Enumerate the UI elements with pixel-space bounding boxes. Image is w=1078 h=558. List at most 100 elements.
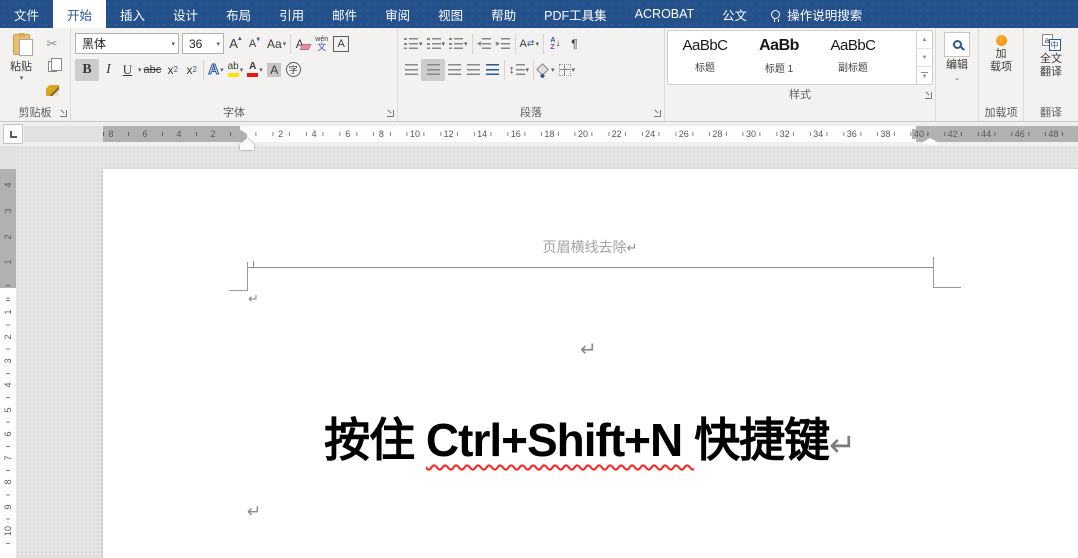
ruler-number: 24 bbox=[643, 129, 658, 139]
font-size-value: 36 bbox=[189, 36, 203, 51]
tab-pdf-tools[interactable]: PDF工具集 bbox=[530, 0, 621, 28]
underline-glyph: U bbox=[122, 61, 133, 77]
tab-mailings[interactable]: 邮件 bbox=[318, 0, 371, 28]
clipboard-dialog-launcher[interactable] bbox=[60, 110, 67, 117]
distribute-button[interactable] bbox=[483, 59, 502, 81]
superscript-button[interactable]: x2 bbox=[182, 59, 201, 81]
style-gallery-more-button[interactable]: ▼ bbox=[917, 67, 932, 84]
show-marks-icon: ¶ bbox=[571, 36, 578, 51]
borders-button[interactable]: ▾ bbox=[557, 59, 578, 81]
hanging-indent-marker[interactable] bbox=[240, 138, 254, 150]
translate-icon: a 中 bbox=[1041, 34, 1061, 51]
change-case-button[interactable]: Aa ▾ bbox=[265, 33, 288, 55]
tab-help[interactable]: 帮助 bbox=[477, 0, 530, 28]
divider bbox=[514, 33, 516, 54]
show-marks-button[interactable]: ¶ bbox=[565, 33, 584, 55]
copy-button[interactable] bbox=[43, 56, 62, 78]
tab-file[interactable]: 文件 bbox=[0, 0, 53, 28]
subscript-button[interactable]: x2 bbox=[163, 59, 182, 81]
document-area[interactable]: 4321 1 2 3 4 5 6 7 8 9 10 页眉横线去除↵ ↵ ↵ 按住 Ctrl+Shi… bbox=[0, 146, 1078, 558]
style-scroll-up-button[interactable]: ▲ bbox=[917, 31, 932, 49]
strikethrough-button[interactable]: abc bbox=[142, 59, 164, 81]
sort-button[interactable]: A Z ↓ bbox=[546, 33, 565, 55]
editing-button[interactable]: 编辑 ⌄ bbox=[936, 28, 978, 121]
style-preview: AaBb bbox=[759, 37, 799, 54]
justify-button[interactable] bbox=[464, 59, 483, 81]
style-scroll-down-button[interactable]: ▼ bbox=[917, 49, 932, 67]
vruler-text: 1 2 3 4 5 6 7 8 9 10 bbox=[0, 288, 16, 558]
bullets-button[interactable]: ▾ bbox=[402, 33, 425, 55]
styles-dialog-launcher[interactable] bbox=[925, 92, 932, 99]
left-indent-square bbox=[240, 144, 254, 150]
addins-button[interactable]: 加 载项 bbox=[979, 28, 1023, 103]
translate-button[interactable]: a 中 全文 翻译 bbox=[1024, 28, 1078, 103]
horizontal-ruler: 8642 2 4 6 8 10 12 14 16 18 20 22 24 26 28 30 32 34 36 38 … bbox=[24, 126, 1078, 142]
font-dialog-launcher[interactable] bbox=[387, 110, 394, 117]
text-effects-button[interactable]: A ▾ bbox=[206, 59, 225, 81]
highlight-button[interactable]: ab ▾ bbox=[226, 59, 246, 81]
tab-layout[interactable]: 布局 bbox=[212, 0, 265, 28]
style-card[interactable]: AaBbC 副标题 bbox=[816, 31, 890, 84]
bullets-icon bbox=[404, 38, 418, 49]
line-spacing-caret-icon: ▾ bbox=[525, 66, 530, 74]
enclose-characters-button[interactable]: 字 bbox=[284, 59, 303, 81]
character-border-button[interactable]: A bbox=[331, 33, 351, 55]
clear-format-button[interactable]: A bbox=[293, 33, 312, 55]
font-color-button[interactable]: A ▾ bbox=[245, 59, 265, 81]
phonetic-guide-button[interactable]: wén 文 bbox=[312, 33, 331, 55]
tab-review[interactable]: 审阅 bbox=[371, 0, 424, 28]
header-text-line[interactable]: 页眉横线去除↵ bbox=[247, 237, 933, 257]
tab-design[interactable]: 设计 bbox=[159, 0, 212, 28]
paragraph-group-label: 段落 bbox=[520, 107, 542, 119]
shrink-font-button[interactable]: A ▼ bbox=[246, 33, 265, 55]
font-size-combo[interactable]: 36 ▾ bbox=[182, 33, 224, 54]
header-text: 页眉横线去除 bbox=[542, 239, 627, 255]
document-heading[interactable]: 按住 Ctrl+Shift+N 快捷键↵ bbox=[207, 413, 973, 468]
style-card[interactable]: AaBbC 标题 bbox=[668, 31, 742, 84]
group-translate: a 中 全文 翻译 翻译 bbox=[1024, 28, 1078, 121]
tab-home[interactable]: 开始 bbox=[53, 0, 107, 28]
ruler-number: 4 bbox=[174, 129, 184, 139]
decrease-indent-button[interactable]: ◂ bbox=[475, 33, 494, 55]
paint-bucket-icon bbox=[536, 63, 549, 76]
bold-button[interactable]: B bbox=[75, 58, 99, 81]
font-name-combo[interactable]: 黑体 ▾ bbox=[75, 33, 179, 54]
tab-insert[interactable]: 插入 bbox=[106, 0, 159, 28]
format-painter-button[interactable] bbox=[43, 79, 62, 101]
underline-button[interactable]: U bbox=[118, 59, 137, 81]
editing-label: 编辑 bbox=[946, 59, 968, 71]
line-spacing-button[interactable]: ↕ ▾ bbox=[507, 59, 531, 81]
copy-icon bbox=[47, 58, 62, 72]
numbering-button[interactable]: ▾ bbox=[425, 33, 448, 55]
page[interactable]: 页眉横线去除↵ ↵ ↵ 按住 Ctrl+Shift+N 快捷键↵ ↵ bbox=[103, 169, 1078, 558]
group-paragraph: ▾ ▾ ▾ ◂ ▸ A ⇄ ▾ A Z ↓ ¶ ↕ ▾ ▾ ▾ 段落 bbox=[398, 28, 665, 121]
paragraph-mark: ↵ bbox=[626, 240, 638, 255]
asian-layout-arrows-icon: ⇄ bbox=[526, 38, 535, 48]
ruler-number: 2 bbox=[208, 129, 218, 139]
italic-button[interactable]: I bbox=[99, 59, 118, 81]
cut-button[interactable]: ✂ bbox=[43, 33, 62, 55]
tell-me-search[interactable]: 操作说明搜索 bbox=[761, 0, 872, 28]
font-color-caret-icon: ▾ bbox=[259, 66, 263, 74]
asian-layout-button[interactable]: A ⇄ ▾ bbox=[518, 33, 541, 55]
sort-down-arrow-icon: ↓ bbox=[555, 38, 561, 49]
header-line-left-tick bbox=[253, 261, 254, 267]
shading-button[interactable]: ▾ bbox=[536, 59, 557, 81]
underline-caret-icon: ▾ bbox=[138, 66, 142, 74]
tab-gongwen[interactable]: 公文 bbox=[708, 0, 761, 28]
align-right-button[interactable] bbox=[445, 59, 464, 81]
tab-view[interactable]: 视图 bbox=[424, 0, 477, 28]
align-left-button[interactable] bbox=[402, 59, 421, 81]
increase-indent-button[interactable]: ▸ bbox=[494, 33, 513, 55]
paragraph-dialog-launcher[interactable] bbox=[654, 110, 661, 117]
paste-button[interactable]: 粘贴 ▾ bbox=[3, 31, 39, 103]
align-center-button[interactable] bbox=[421, 58, 445, 81]
hruler-margin: 8 6 4 2 bbox=[103, 126, 247, 142]
tab-selector-button[interactable] bbox=[3, 124, 23, 144]
multilevel-list-button[interactable]: ▾ bbox=[447, 33, 470, 55]
tab-references[interactable]: 引用 bbox=[265, 0, 318, 28]
character-shading-button[interactable]: A bbox=[265, 59, 284, 81]
tab-acrobat[interactable]: ACROBAT bbox=[621, 0, 709, 28]
style-card[interactable]: AaBb 标题 1 bbox=[742, 31, 816, 84]
grow-font-button[interactable]: A ▲ bbox=[227, 33, 246, 55]
